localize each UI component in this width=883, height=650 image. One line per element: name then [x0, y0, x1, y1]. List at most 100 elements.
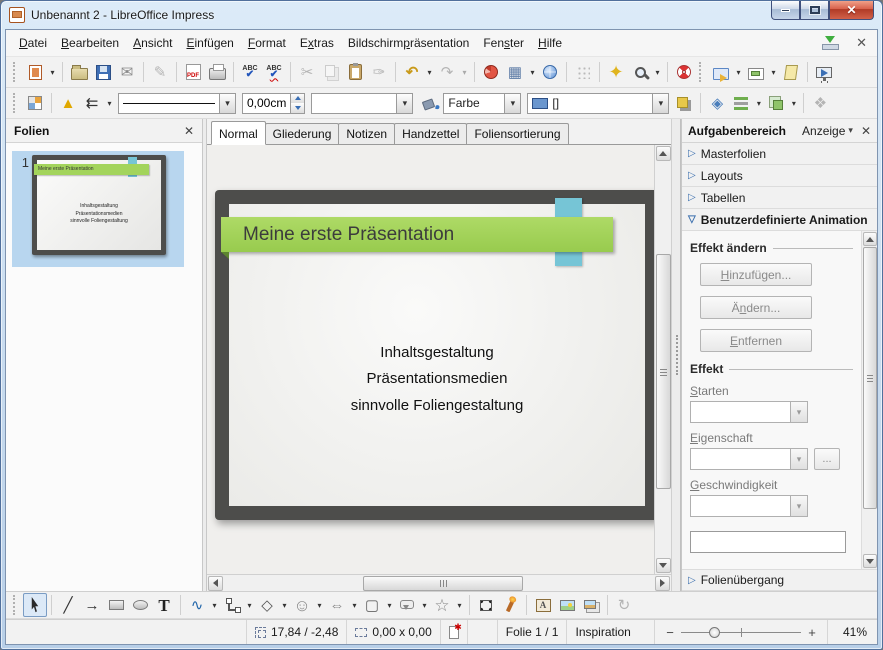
table-button[interactable]: ▦ — [503, 60, 527, 84]
scroll-track[interactable] — [656, 162, 671, 557]
save-button[interactable] — [91, 60, 115, 84]
scroll-up-button[interactable] — [656, 146, 671, 161]
menu-hilfe[interactable]: Hilfe — [531, 32, 569, 54]
slide[interactable]: Meine erste Präsentation Inhaltsgestaltu… — [215, 190, 654, 520]
insert-image-button[interactable] — [555, 593, 579, 617]
scroll-up-button[interactable] — [863, 232, 877, 246]
zoom-slider-thumb[interactable] — [709, 627, 720, 638]
slide-layout-button[interactable] — [744, 60, 768, 84]
toolbar-drag-handle[interactable] — [13, 62, 20, 82]
zoom-slider[interactable] — [681, 626, 801, 639]
line-style-select[interactable] — [118, 93, 236, 114]
print-button[interactable] — [205, 60, 229, 84]
zoom-out-button[interactable]: − — [665, 625, 675, 640]
dropdown-arrow[interactable] — [790, 496, 807, 516]
slides-panel-close-icon[interactable]: ✕ — [184, 124, 194, 138]
fill-style-select[interactable]: Farbe — [443, 93, 521, 114]
zoom-in-button[interactable]: + — [807, 625, 817, 640]
view-selector[interactable]: Anzeige — [802, 124, 853, 138]
property-more-button[interactable]: ... — [814, 448, 840, 470]
flowchart-button[interactable]: ▢ — [360, 593, 384, 617]
slide-title-banner[interactable]: Meine erste Präsentation — [221, 217, 613, 252]
toolbar-drag-handle[interactable] — [13, 93, 20, 113]
scroll-down-button[interactable] — [656, 558, 671, 573]
callouts-dropdown[interactable] — [419, 593, 430, 617]
stars-dropdown[interactable] — [454, 593, 465, 617]
section-benutzerdefinierte-animation[interactable]: ▽ Benutzerdefinierte Animation — [682, 209, 877, 231]
menu-format[interactable]: Format — [241, 32, 293, 54]
email-button[interactable]: ✉ — [115, 60, 139, 84]
select-tool-button[interactable] — [23, 593, 47, 617]
display-mode-dropdown[interactable] — [733, 60, 744, 84]
zoom-button[interactable] — [628, 60, 652, 84]
navigator-button[interactable]: ✦ — [604, 60, 628, 84]
close-document-icon[interactable]: ✕ — [852, 33, 871, 53]
styles-button[interactable] — [23, 91, 47, 115]
line-tool-button[interactable]: ╱ — [56, 593, 80, 617]
slide-thumbnail-selected[interactable]: 1 Meine erste Präsentation Inhaltsgestal… — [12, 151, 184, 267]
hyperlink-button[interactable] — [538, 60, 562, 84]
maximize-button[interactable] — [800, 1, 829, 20]
scroll-thumb[interactable] — [863, 247, 877, 509]
section-layouts[interactable]: ▷ Layouts — [682, 165, 877, 187]
section-masterfolien[interactable]: ▷ Masterfolien — [682, 143, 877, 165]
scroll-right-button[interactable] — [655, 576, 670, 591]
text-tool-button[interactable]: T — [152, 593, 176, 617]
undo-button[interactable]: ↶ — [400, 60, 424, 84]
menu-datei[interactable]: Datei — [12, 32, 54, 54]
zoom-level-value[interactable]: 41% — [827, 620, 877, 644]
object-size-field[interactable]: 0,00 x 0,00 — [346, 620, 439, 644]
rectangle-tool-button[interactable] — [104, 593, 128, 617]
tab-gliederung[interactable]: Gliederung — [265, 123, 340, 144]
connector-tool-button[interactable] — [220, 593, 244, 617]
arrange-dropdown[interactable] — [788, 91, 799, 115]
template-field[interactable]: Inspiration — [566, 620, 654, 644]
menu-bildschirmpraesentation[interactable]: Bildschirmpräsentation — [341, 32, 476, 54]
alignment-dropdown[interactable] — [753, 91, 764, 115]
connector-dropdown[interactable] — [244, 593, 255, 617]
display-mode-button[interactable] — [709, 60, 733, 84]
alignment-button[interactable] — [729, 91, 753, 115]
menu-bearbeiten[interactable]: Bearbeiten — [54, 32, 126, 54]
line-button[interactable]: ▲ — [56, 91, 80, 115]
menu-einfuegen[interactable]: Einfügen — [179, 32, 240, 54]
flowchart-dropdown[interactable] — [384, 593, 395, 617]
dropdown-arrow[interactable] — [790, 402, 807, 422]
slide-info-field[interactable]: Folie 1 / 1 — [497, 620, 567, 644]
line-color-select-arrow[interactable] — [396, 94, 412, 113]
scroll-thumb[interactable] — [363, 576, 523, 591]
change-effect-button[interactable]: Ändern... — [700, 296, 812, 319]
animation-list[interactable] — [690, 531, 846, 553]
new-document-dropdown[interactable] — [47, 60, 58, 84]
new-document-button[interactable] — [23, 60, 47, 84]
section-folienuebergang[interactable]: ▷ Folienübergang — [682, 569, 877, 591]
arrow-tool-button[interactable]: → — [80, 593, 104, 617]
close-button[interactable]: ✕ — [829, 1, 874, 20]
symbol-shapes-dropdown[interactable] — [314, 593, 325, 617]
line-color-select[interactable] — [311, 93, 413, 114]
symbol-shapes-button[interactable]: ☺ — [290, 593, 314, 617]
slide-thumbnail[interactable]: Meine erste Präsentation Inhaltsgestaltu… — [32, 155, 166, 255]
property-dropdown[interactable] — [690, 448, 808, 470]
basic-shapes-button[interactable]: ◇ — [255, 593, 279, 617]
slide-design-button[interactable] — [779, 60, 803, 84]
auto-spellcheck-button[interactable]: ABC✔ — [262, 60, 286, 84]
paste-button[interactable] — [343, 60, 367, 84]
undo-dropdown[interactable] — [424, 60, 435, 84]
menu-fenster[interactable]: Fenster — [476, 32, 531, 54]
gallery-button[interactable] — [579, 593, 603, 617]
title-bar[interactable]: Unbenannt 2 - LibreOffice Impress ✕ — [1, 1, 882, 29]
menu-extras[interactable]: Extras — [293, 32, 341, 54]
ellipse-tool-button[interactable] — [128, 593, 152, 617]
update-available-icon[interactable] — [822, 36, 838, 50]
taskpane-splitter[interactable] — [671, 119, 681, 591]
taskpane-scrollbar[interactable] — [861, 231, 877, 569]
slide-body-text[interactable]: Inhaltsgestaltung Präsentationsmedien si… — [215, 340, 654, 419]
block-arrows-button[interactable]: ⇔ — [325, 593, 349, 617]
edit-points-button[interactable] — [474, 593, 498, 617]
minimize-button[interactable] — [771, 1, 800, 20]
arrow-style-button[interactable]: ⇇ — [80, 91, 104, 115]
section-tabellen[interactable]: ▷ Tabellen — [682, 187, 877, 209]
scroll-left-button[interactable] — [208, 576, 223, 591]
scroll-down-button[interactable] — [863, 554, 877, 568]
